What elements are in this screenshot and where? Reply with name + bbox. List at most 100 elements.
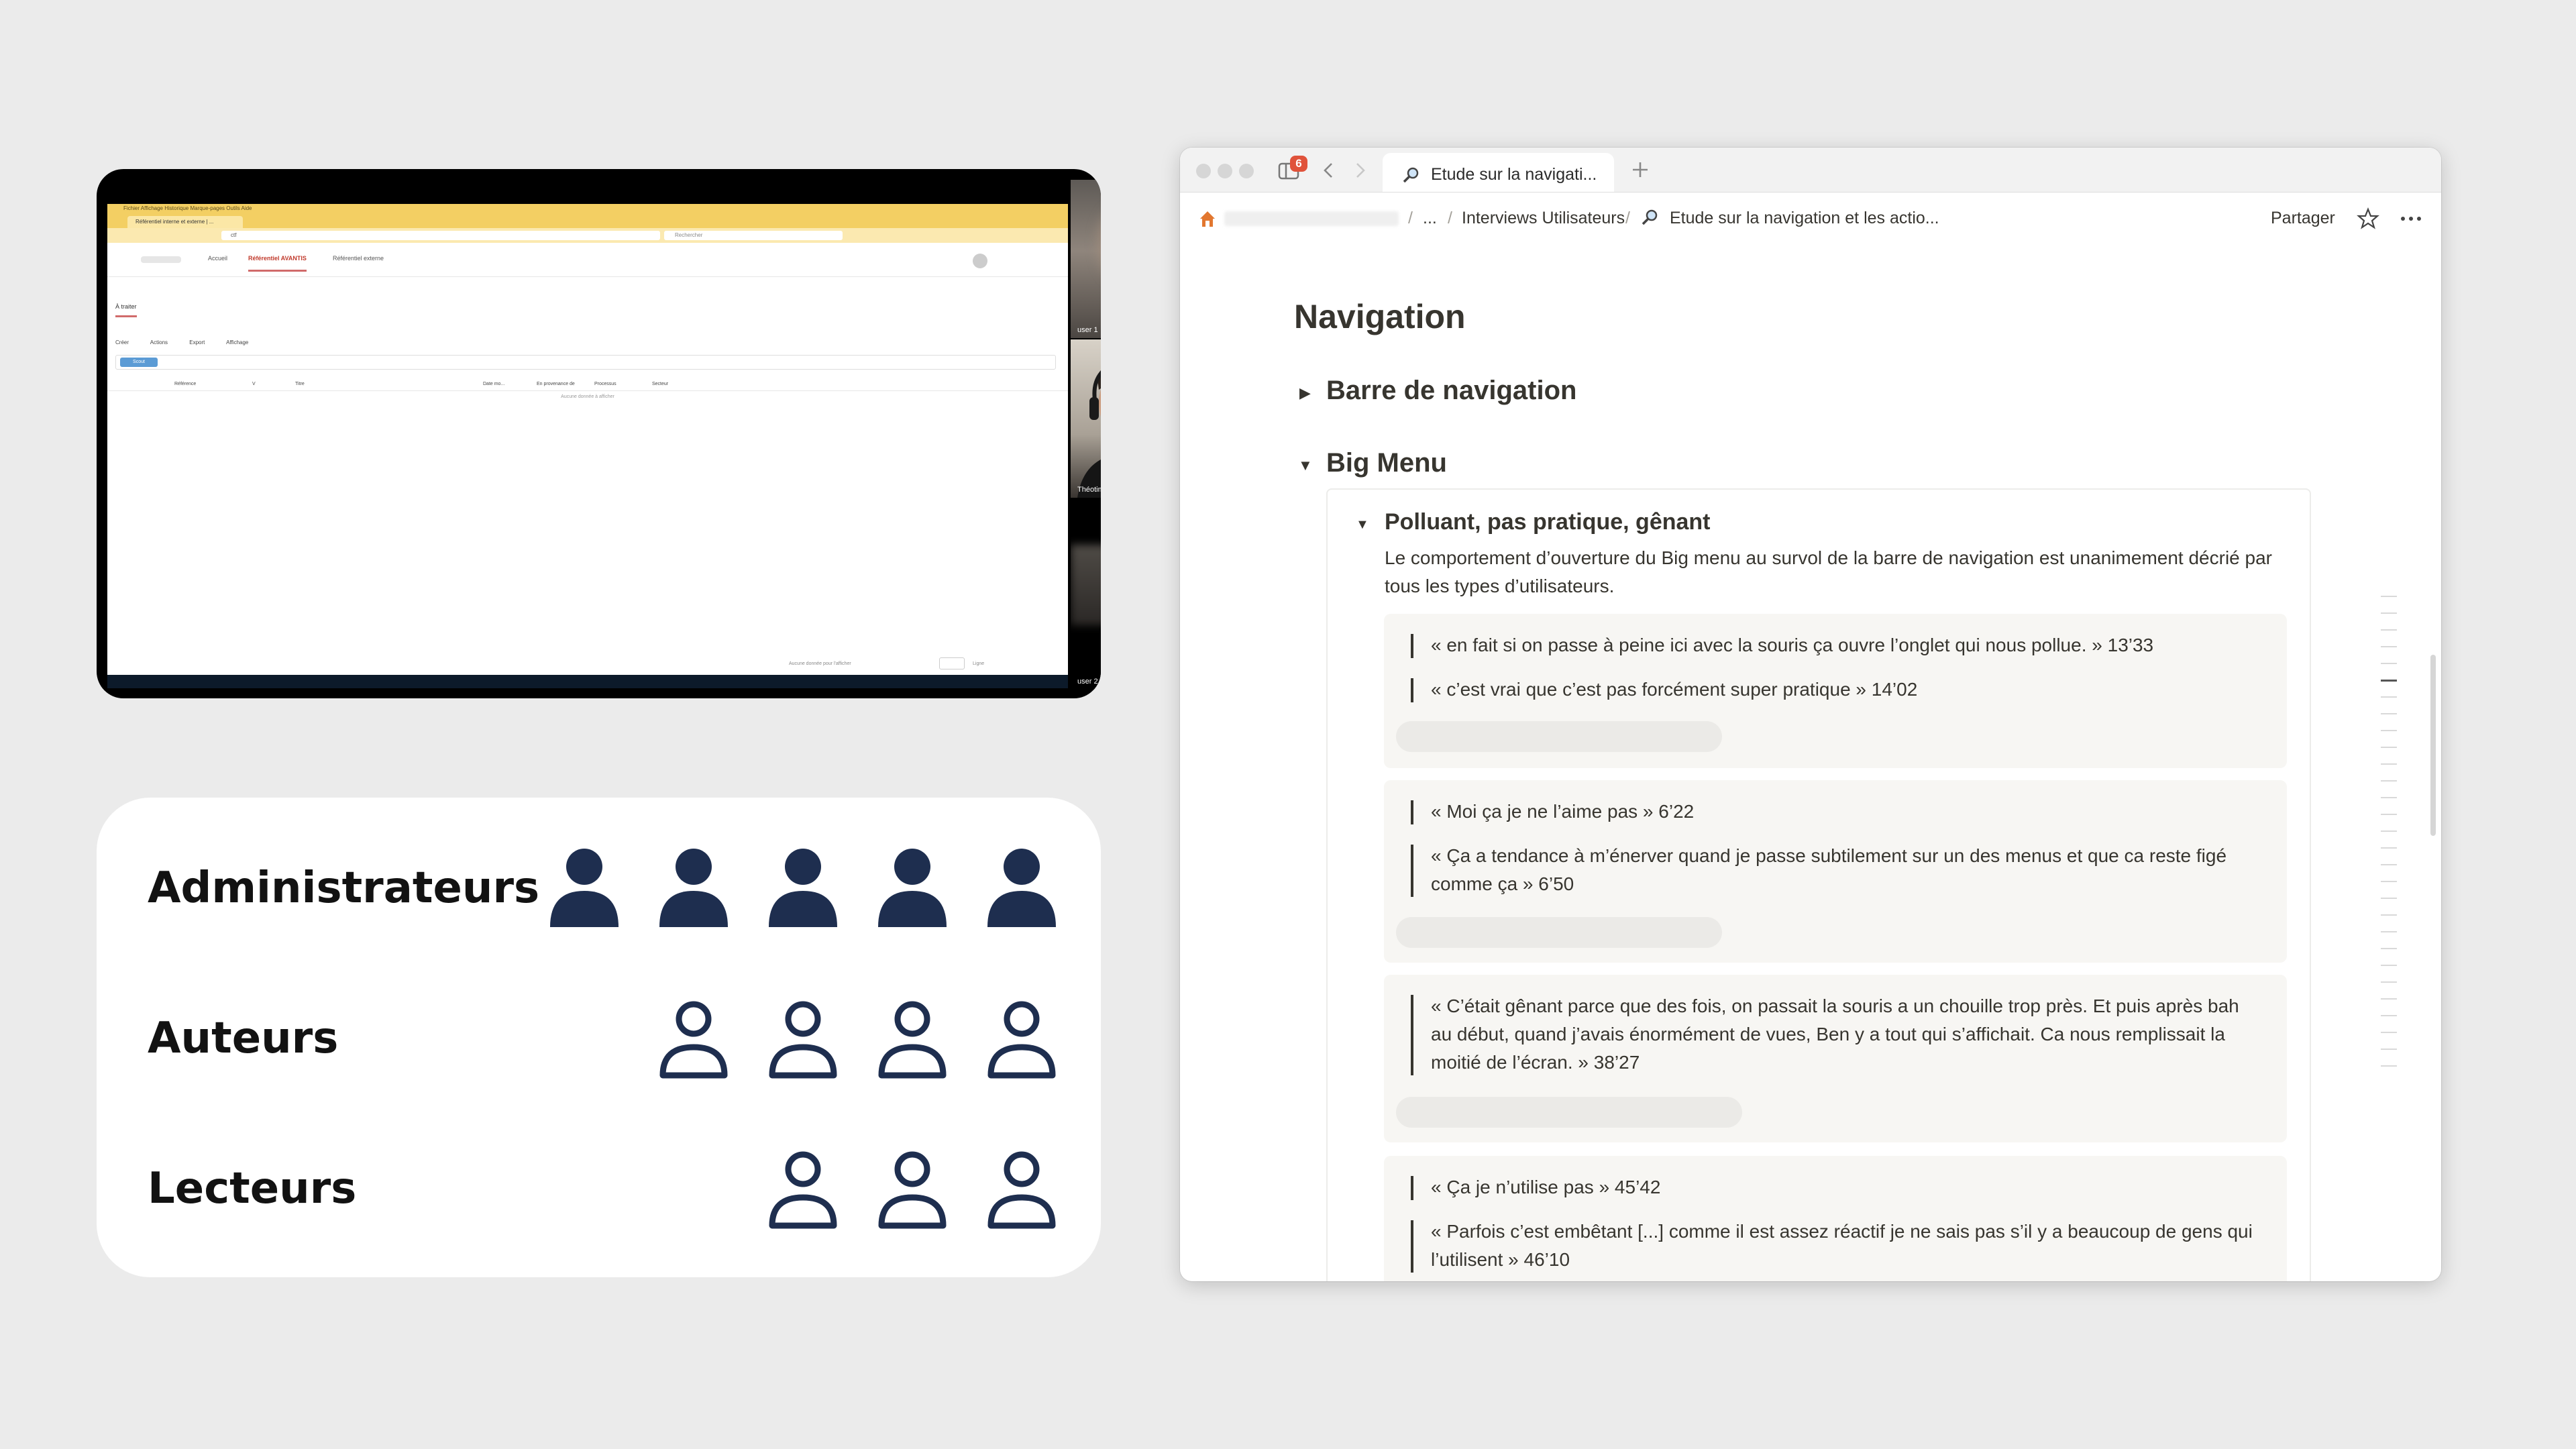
- shared-avatar: [973, 254, 987, 268]
- shared-tabbar: Référentiel interne et externe | ...: [107, 213, 1068, 228]
- home-icon[interactable]: [1197, 209, 1218, 229]
- forward-button[interactable]: [1352, 161, 1368, 183]
- tab-count-badge: 6: [1290, 156, 1307, 172]
- toc-tick[interactable]: [2381, 1049, 2397, 1050]
- toc-tick[interactable]: [2381, 730, 2397, 731]
- toc-tick[interactable]: [2381, 830, 2397, 832]
- shared-footer-select: [939, 657, 965, 669]
- toggle-expanded-icon[interactable]: ▼: [1298, 457, 1313, 474]
- new-tab-button[interactable]: [1629, 158, 1651, 183]
- shared-tab: Référentiel interne et externe | ...: [127, 216, 243, 228]
- placeholder-pill: [1396, 917, 1722, 948]
- person-filled-icon: [657, 848, 731, 927]
- breadcrumb-separator: /: [1448, 209, 1452, 227]
- shared-toolbar: Créer Actions Export Affichage: [115, 339, 268, 345]
- more-options-icon[interactable]: [2400, 215, 2422, 222]
- quote-text: « Ça a tendance à m’énerver quand je pas…: [1431, 845, 2227, 894]
- shared-filter-bar: Scout: [115, 355, 1056, 370]
- scrollbar[interactable]: [2430, 655, 2436, 836]
- toc-tick[interactable]: [2381, 797, 2397, 798]
- person-filled-icon: [875, 848, 949, 927]
- toc-tick[interactable]: [2381, 948, 2397, 949]
- toggle-expanded-icon[interactable]: ▼: [1356, 517, 1369, 533]
- toc-tick[interactable]: [2381, 931, 2397, 932]
- toc-tick[interactable]: [2381, 696, 2397, 698]
- participant-video-icon: [1077, 370, 1101, 498]
- breadcrumb-current-page[interactable]: Etude sur la navigation et les actio...: [1670, 209, 1939, 228]
- tab-bar: 6 Etude sur la navigati...: [1180, 148, 2441, 193]
- toc-tick[interactable]: [2381, 898, 2397, 899]
- toggle-collapsed-icon[interactable]: ▶: [1299, 384, 1311, 402]
- toc-tick[interactable]: [2381, 1032, 2397, 1033]
- role-label-readers: Lecteurs: [148, 1164, 357, 1214]
- participant-tile-2: Théotim AUGER: [1071, 339, 1101, 498]
- quote-bar: [1411, 1220, 1413, 1273]
- back-button[interactable]: [1321, 161, 1337, 183]
- toc-tick[interactable]: [2381, 847, 2397, 849]
- toggle-navigation-bar[interactable]: Barre de navigation: [1326, 376, 1576, 406]
- toc-tick[interactable]: [2381, 763, 2397, 765]
- shared-tool-export: Export: [189, 339, 205, 345]
- shared-footer-label: Ligne: [973, 661, 985, 666]
- star-icon[interactable]: [2357, 207, 2379, 230]
- shared-col: V: [252, 382, 256, 386]
- shared-taskbar: [107, 675, 1068, 688]
- toc-tick[interactable]: [2381, 864, 2397, 865]
- person-filled-icon: [985, 848, 1059, 927]
- toc-tick[interactable]: [2381, 780, 2397, 782]
- toc-tick[interactable]: [2381, 998, 2397, 1000]
- toc-tick[interactable]: [2381, 1065, 2397, 1067]
- toc-tick[interactable]: [2381, 612, 2397, 614]
- toc-tick[interactable]: [2381, 680, 2397, 682]
- toc-tick[interactable]: [2381, 713, 2397, 714]
- quote-group-4: « Ça je n’utilise pas » 45’42 « Parfois …: [1384, 1156, 2287, 1281]
- window-minimize-button[interactable]: [1218, 164, 1232, 178]
- breadcrumb-blurred-workspace[interactable]: [1224, 211, 1399, 226]
- shared-tool-create: Créer: [115, 339, 129, 345]
- toc-tick[interactable]: [2381, 646, 2397, 647]
- quote-group-1: « en fait si on passe à peine ici avec l…: [1384, 614, 2287, 768]
- quote-text: « C’était gênant parce que des fois, on …: [1431, 996, 2239, 1073]
- quote-group-3: « C’était gênant parce que des fois, on …: [1384, 975, 2287, 1142]
- shared-section-label: À traiter: [115, 303, 137, 317]
- blurred-video: [1071, 545, 1101, 625]
- quote-text: « Moi ça je ne l’aime pas » 6’22: [1431, 801, 1695, 822]
- toc-tick[interactable]: [2381, 663, 2397, 664]
- toc-tick[interactable]: [2381, 747, 2397, 748]
- toc-tick[interactable]: [2381, 1015, 2397, 1016]
- share-button[interactable]: Partager: [2271, 209, 2335, 228]
- window-close-button[interactable]: [1196, 164, 1211, 178]
- breadcrumb-interviews[interactable]: Interviews Utilisateurs: [1462, 209, 1625, 228]
- toc-tick[interactable]: [2381, 914, 2397, 916]
- toc-tick[interactable]: [2381, 981, 2397, 983]
- tab-title: Etude sur la navigati...: [1431, 165, 1597, 184]
- magnifier-icon: [1403, 167, 1419, 183]
- toc-tick[interactable]: [2381, 629, 2397, 631]
- toggle-big-menu[interactable]: Big Menu: [1326, 448, 1447, 478]
- role-label-administrators: Administrateurs: [148, 863, 540, 913]
- shared-footer: Aucune donnée pour l'afficher Ligne: [107, 656, 1068, 675]
- shared-col: Référence: [174, 382, 197, 386]
- toggle-polluting[interactable]: Polluant, pas pratique, gênant: [1385, 509, 1711, 535]
- shared-tool-actions: Actions: [150, 339, 168, 345]
- placeholder-pill: [1396, 721, 1722, 752]
- toc-tick[interactable]: [2381, 596, 2397, 597]
- tab-active[interactable]: Etude sur la navigati...: [1383, 153, 1614, 192]
- toc-tick[interactable]: [2381, 814, 2397, 815]
- person-outline-icon: [766, 1000, 840, 1079]
- window-maximize-button[interactable]: [1239, 164, 1254, 178]
- person-outline-icon: [657, 1000, 731, 1079]
- participant-name: user 1: [1077, 326, 1098, 334]
- quote-group-2: « Moi ça je ne l’aime pas » 6’22 « Ça a …: [1384, 780, 2287, 963]
- shared-col: Processus: [594, 382, 616, 386]
- participant-name: user 2: [1077, 678, 1098, 686]
- sidebar-toggle-button[interactable]: 6: [1278, 156, 1307, 180]
- role-label-authors: Auteurs: [148, 1014, 339, 1063]
- shared-logo: [141, 256, 181, 263]
- chevron-left-icon: [1324, 163, 1332, 178]
- toc-tick[interactable]: [2381, 881, 2397, 882]
- participant-tile-1: user 1: [1071, 180, 1101, 338]
- participant-tile-3: user 2: [1071, 499, 1101, 690]
- breadcrumb-ellipsis[interactable]: ...: [1423, 209, 1437, 228]
- toc-tick[interactable]: [2381, 965, 2397, 966]
